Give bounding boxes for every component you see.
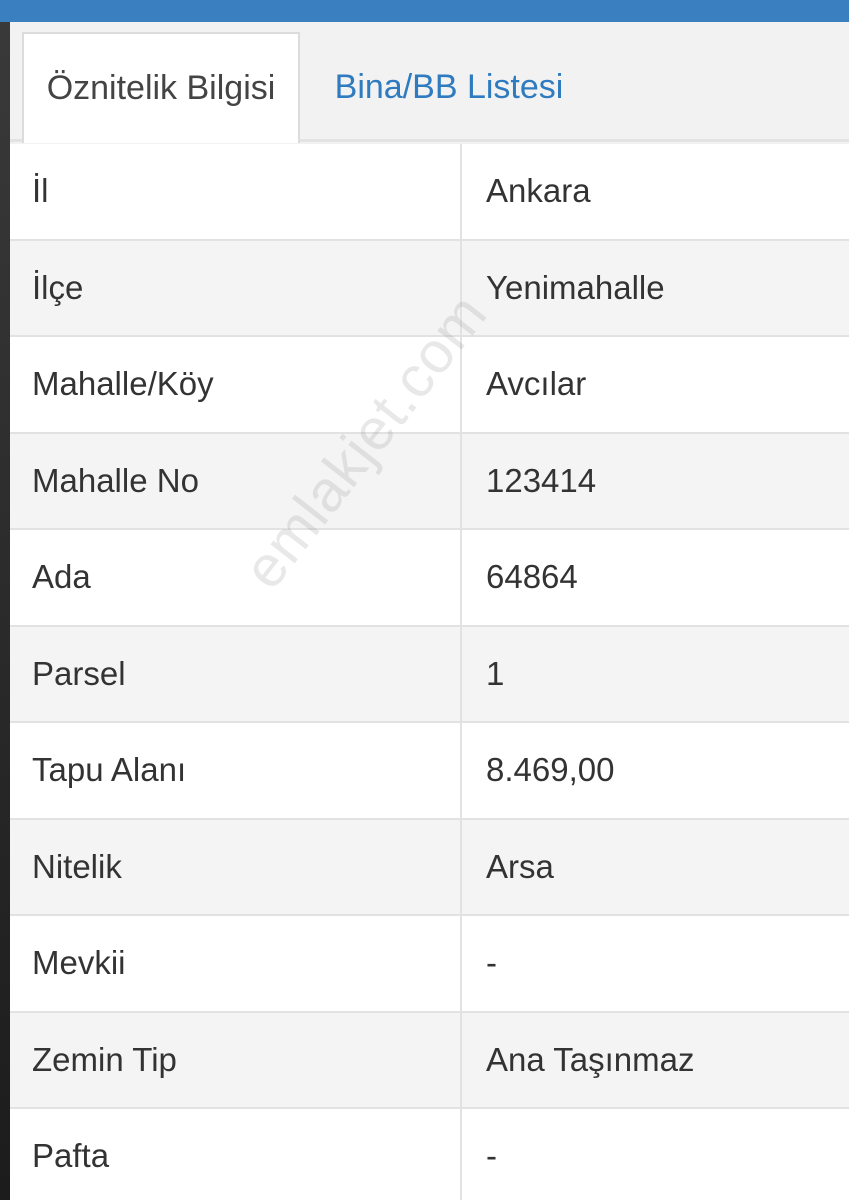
row-label: Tapu Alanı [10,723,462,818]
table-row: Zemin Tip Ana Taşınmaz [10,1012,849,1109]
row-label: Ada [10,530,462,625]
row-value: Arsa [486,847,554,885]
row-label: Parsel [10,626,462,721]
row-label: Pafta [10,1109,462,1200]
table-row: Pafta - [10,1109,849,1200]
tab-building-list[interactable]: Bina/BB Listesi [314,32,584,142]
row-value: Avcılar [486,365,587,403]
table-row: Ada 64864 [10,530,849,627]
table-row: İl Ankara [10,144,849,241]
tab-bar: Öznitelik Bilgisi Bina/BB Listesi [10,22,849,143]
left-edge-background [0,0,10,1200]
row-value: 1 [486,654,505,692]
row-label: Nitelik [10,819,462,914]
row-value: Yenimahalle [486,268,665,306]
table-row: Parsel 1 [10,626,849,723]
row-value: 123414 [486,461,597,499]
row-label: Mahalle/Köy [10,337,462,432]
row-label: Mahalle No [10,433,462,528]
row-value: 64864 [486,558,578,596]
row-label: Zemin Tip [10,1012,462,1107]
row-label: İlçe [10,240,462,335]
row-value: 8.469,00 [486,751,615,789]
row-value: - [486,944,497,982]
row-value: - [486,1137,497,1175]
table-row: Tapu Alanı 8.469,00 [10,723,849,820]
table-row: Nitelik Arsa [10,819,849,916]
row-label: Mevkii [10,916,462,1011]
table-row: Mevkii - [10,916,849,1013]
top-header-bar [0,0,849,22]
table-row: Mahalle No 123414 [10,433,849,530]
tab-attribute-info[interactable]: Öznitelik Bilgisi [22,32,300,143]
attribute-table: İl Ankara İlçe Yenimahalle Mahalle/Köy A… [10,144,849,1200]
row-value: Ankara [486,172,591,210]
table-row: İlçe Yenimahalle [10,240,849,337]
row-value: Ana Taşınmaz [486,1040,695,1078]
table-row: Mahalle/Köy Avcılar [10,337,849,434]
row-label: İl [10,144,462,239]
parcel-info-panel: Öznitelik Bilgisi Bina/BB Listesi İl Ank… [10,22,849,1200]
